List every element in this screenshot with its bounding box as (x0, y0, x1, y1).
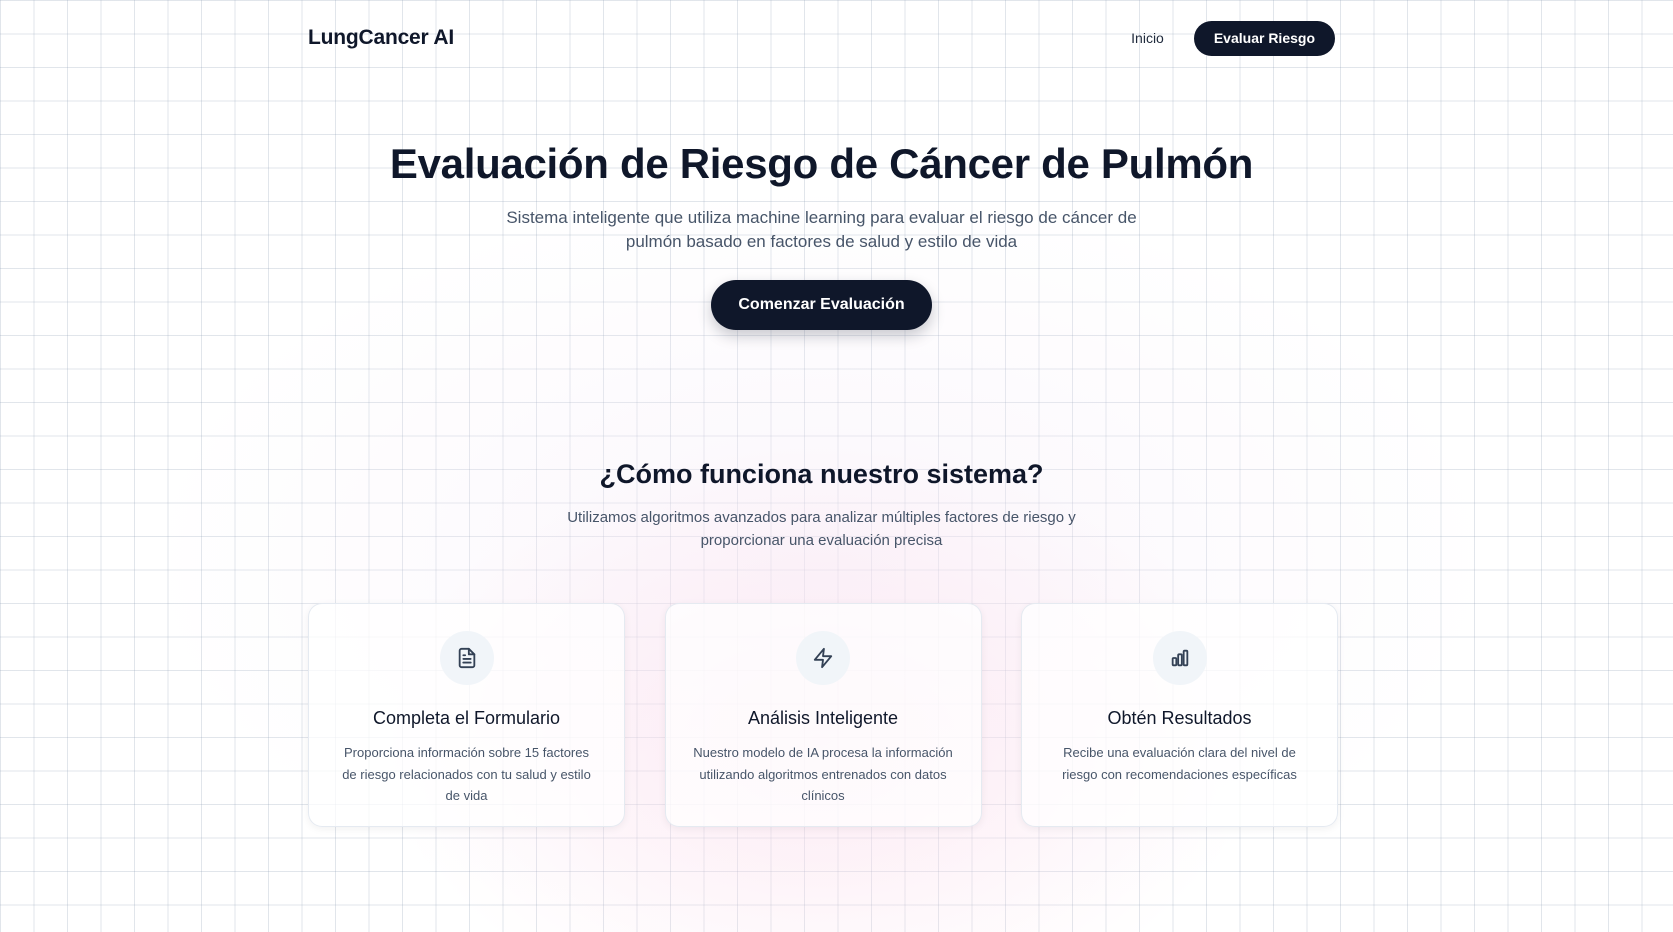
hero-title: Evaluación de Riesgo de Cáncer de Pulmón (389, 140, 1254, 187)
hero-subtitle: Sistema inteligente que utiliza machine … (506, 208, 1137, 251)
feature-card-description: Proporciona información sobre 15 factore… (342, 745, 591, 803)
start-evaluation-button[interactable]: Comenzar Evaluación (711, 280, 932, 330)
hero-section: Evaluación de Riesgo de Cáncer de Pulmón… (0, 136, 1643, 330)
bar-chart-icon (1152, 631, 1207, 685)
main-nav: Inicio Evaluar Riesgo (1131, 20, 1335, 56)
feature-card-title: Completa el Formulario (372, 708, 561, 728)
feature-card-form: Completa el Formulario Proporciona infor… (308, 603, 625, 827)
feature-card-results: Obtén Resultados Recibe una evaluación c… (1021, 603, 1338, 827)
feature-card-description: Recibe una evaluación clara del nivel de… (1062, 745, 1297, 782)
feature-card-analysis: Análisis Inteligente Nuestro modelo de I… (664, 603, 982, 827)
feature-card-description: Nuestro modelo de IA procesa la informac… (693, 745, 953, 803)
how-it-works-title: ¿Cómo funciona nuestro sistema? (599, 459, 1044, 489)
file-text-icon (439, 631, 494, 685)
landing-page: LungCancer AI Inicio Evaluar Riesgo Eval… (0, 0, 1673, 932)
nav-link-home[interactable]: Inicio (1131, 30, 1164, 46)
top-navbar: LungCancer AI Inicio Evaluar Riesgo (308, 20, 1335, 56)
feature-card-title: Obtén Resultados (1107, 708, 1252, 728)
how-it-works-subtitle: Utilizamos algoritmos avanzados para ana… (567, 509, 1076, 549)
feature-card-title: Análisis Inteligente (747, 708, 899, 728)
how-it-works-section: ¿Cómo funciona nuestro sistema? Utilizam… (0, 456, 1643, 552)
evaluate-risk-button[interactable]: Evaluar Riesgo (1193, 20, 1335, 56)
brand-logo[interactable]: LungCancer AI (308, 26, 454, 50)
feature-cards: Completa el Formulario Proporciona infor… (308, 603, 1338, 827)
lightning-icon (796, 631, 850, 685)
